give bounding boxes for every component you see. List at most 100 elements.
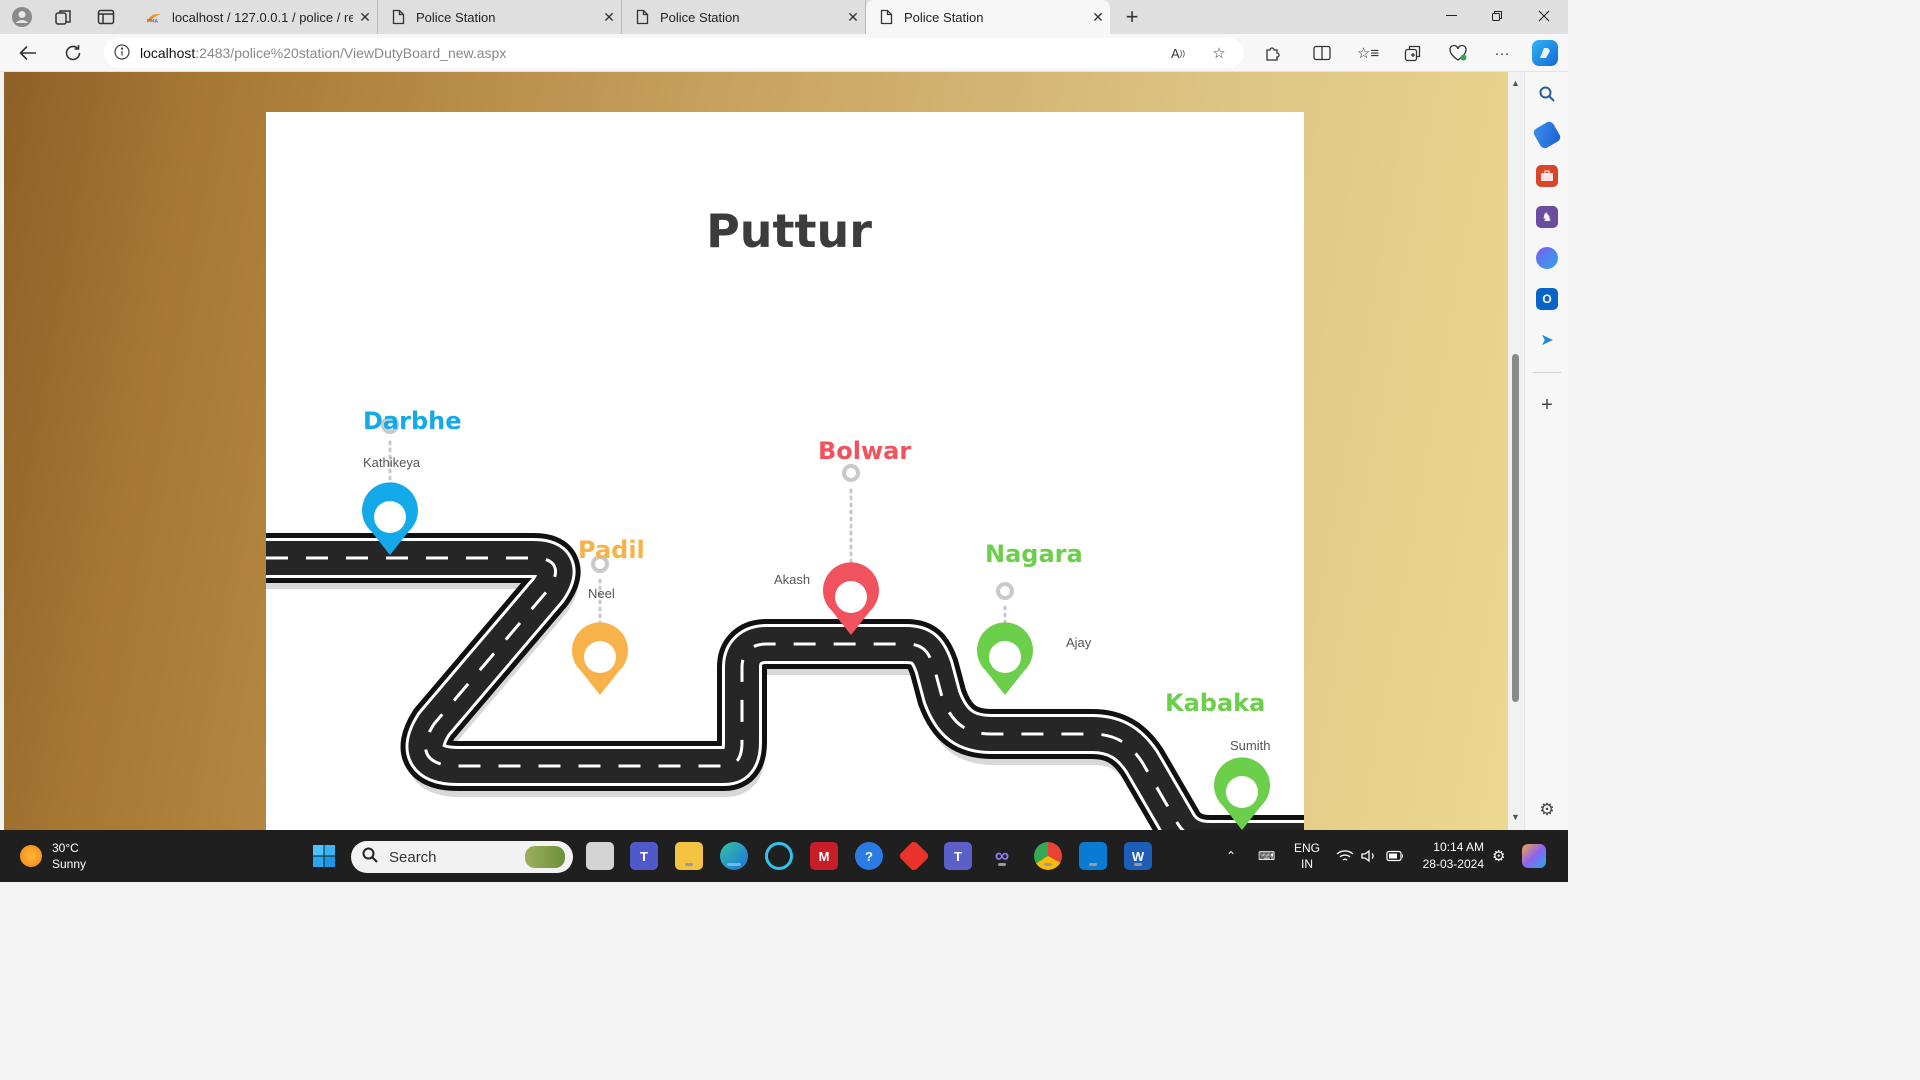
- more-options-icon[interactable]: ···: [1490, 42, 1514, 64]
- add-icon[interactable]: +: [1536, 394, 1558, 416]
- mcafee-icon[interactable]: M: [810, 842, 838, 870]
- road-map: [266, 416, 1304, 830]
- lang-primary: ENG: [1294, 841, 1321, 855]
- location-pin-center-kabaka: [1226, 776, 1258, 808]
- pin-marker-nagara: [996, 582, 1014, 600]
- tab-police-station-active[interactable]: Police Station ✕: [866, 0, 1110, 34]
- road-body: [266, 533, 1304, 830]
- taskbar-search[interactable]: Search: [351, 841, 573, 873]
- favorites-icon[interactable]: ☆≡: [1356, 42, 1380, 64]
- weather-desc: Sunny: [52, 857, 87, 871]
- extensions-icon[interactable]: [1261, 42, 1285, 64]
- vertical-tabs-icon[interactable]: [93, 5, 119, 29]
- page-icon: [634, 9, 650, 25]
- new-tab-button[interactable]: +: [1119, 4, 1145, 29]
- minimize-icon[interactable]: [1428, 0, 1474, 32]
- loop-icon[interactable]: ∞: [988, 842, 1016, 870]
- location-pin-center-darbhe: [374, 501, 406, 533]
- keyboard-icon[interactable]: ⌨: [1258, 830, 1275, 882]
- volume-icon[interactable]: [1361, 830, 1377, 882]
- back-icon[interactable]: [14, 41, 42, 65]
- copilot-icon[interactable]: [1532, 40, 1558, 66]
- stop-officer-kabaka: Sumith: [1230, 738, 1271, 753]
- phpmyadmin-icon: PMA: [146, 9, 162, 25]
- settings-gear-icon[interactable]: ⚙: [1536, 799, 1558, 821]
- show-hidden-icons[interactable]: ⌃: [1226, 830, 1236, 882]
- task-view-icon[interactable]: [586, 842, 614, 870]
- scroll-up-icon[interactable]: ▲: [1511, 78, 1520, 88]
- microsoft-365-icon[interactable]: [1536, 247, 1558, 269]
- shopping-tag-icon[interactable]: [1531, 119, 1563, 151]
- favorite-star-icon[interactable]: ☆: [1207, 42, 1231, 64]
- games-icon[interactable]: ♞: [1536, 206, 1558, 228]
- url-field[interactable]: localhost:2483/police%20station/ViewDuty…: [104, 38, 1244, 68]
- anydesk-icon[interactable]: [898, 840, 930, 872]
- tab-title: Police Station: [904, 9, 984, 25]
- vertical-scrollbar[interactable]: ▲ ▼: [1508, 72, 1524, 830]
- windows-start-icon[interactable]: [310, 842, 338, 870]
- tab-police-station[interactable]: Police Station ✕: [622, 0, 866, 34]
- search-placeholder: Search: [389, 848, 437, 866]
- svg-text:PMA: PMA: [147, 18, 159, 24]
- battery-icon[interactable]: [1386, 830, 1404, 882]
- tab-title: Police Station: [416, 9, 496, 25]
- alexa-icon[interactable]: [765, 842, 793, 870]
- site-info-icon[interactable]: [104, 43, 140, 63]
- edge-icon[interactable]: [720, 842, 748, 870]
- file-explorer-icon[interactable]: [675, 842, 703, 870]
- close-window-icon[interactable]: [1521, 0, 1567, 32]
- stop-name-nagara: Nagara: [985, 540, 1083, 568]
- tab-title: localhost / 127.0.0.1 / police / re: [172, 9, 353, 25]
- profile-icon[interactable]: [9, 5, 35, 29]
- stop-name-kabaka: Kabaka: [1165, 689, 1266, 717]
- copilot-taskbar-icon[interactable]: [1522, 830, 1546, 882]
- address-bar: localhost:2483/police%20station/ViewDuty…: [0, 34, 1568, 72]
- stop-name-darbhe: Darbhe: [363, 407, 462, 435]
- get-help-icon[interactable]: ?: [855, 842, 883, 870]
- tab-title: Police Station: [660, 9, 740, 25]
- tab-police-station[interactable]: Police Station ✕: [378, 0, 622, 34]
- clock-time: 10:14 AM: [1433, 840, 1484, 854]
- stop-officer-padil: Neel: [588, 586, 615, 601]
- read-aloud-icon[interactable]: A)): [1166, 42, 1190, 64]
- close-icon[interactable]: ✕: [841, 9, 865, 26]
- url-text: localhost:2483/police%20station/ViewDuty…: [140, 45, 506, 61]
- close-icon[interactable]: ✕: [597, 9, 621, 26]
- weather-widget[interactable]: 30°C Sunny: [20, 840, 86, 872]
- page-viewport: Puttur Darbhe Kathikeya Padil Neel Bolwa…: [4, 72, 1508, 830]
- scrollbar-thumb[interactable]: [1512, 354, 1519, 702]
- stop-name-bolwar: Bolwar: [818, 437, 912, 465]
- restore-icon[interactable]: [1474, 0, 1520, 32]
- language-indicator[interactable]: ENG IN: [1294, 830, 1320, 882]
- refresh-icon[interactable]: [59, 41, 87, 65]
- close-icon[interactable]: ✕: [1086, 9, 1110, 26]
- tab-phpmyadmin[interactable]: PMA localhost / 127.0.0.1 / police / re …: [134, 0, 378, 34]
- page-icon: [390, 9, 406, 25]
- wifi-icon[interactable]: [1336, 830, 1354, 882]
- vscode-icon[interactable]: [1079, 842, 1107, 870]
- edge-sidebar: ♞ O ➤ + ⚙: [1524, 72, 1568, 830]
- pin-marker-bolwar: [842, 464, 860, 482]
- notification-settings-icon[interactable]: ⚙: [1492, 830, 1505, 882]
- page-icon: [878, 9, 894, 25]
- tools-icon[interactable]: [1536, 165, 1558, 187]
- stop-officer-darbhe: Kathikeya: [363, 455, 421, 470]
- scroll-down-icon[interactable]: ▼: [1511, 812, 1520, 822]
- outlook-icon[interactable]: O: [1536, 288, 1558, 310]
- chrome-icon[interactable]: [1034, 842, 1062, 870]
- browser-essentials-icon[interactable]: [1446, 42, 1470, 64]
- sidebar-divider: [1533, 372, 1561, 373]
- send-icon[interactable]: ➤: [1536, 329, 1558, 351]
- sun-icon: [20, 845, 42, 867]
- close-icon[interactable]: ✕: [353, 9, 377, 26]
- clock[interactable]: 10:14 AM 28-03-2024: [1412, 830, 1484, 882]
- workspaces-icon[interactable]: [50, 5, 76, 29]
- search-icon[interactable]: [1536, 83, 1558, 105]
- search-icon: [351, 847, 389, 868]
- split-screen-icon[interactable]: [1310, 42, 1334, 64]
- teams-icon[interactable]: T: [630, 842, 658, 870]
- teams-work-icon[interactable]: T: [944, 842, 972, 870]
- stop-name-padil: Padil: [578, 536, 645, 564]
- collections-icon[interactable]: [1401, 42, 1425, 64]
- word-icon[interactable]: W: [1124, 842, 1152, 870]
